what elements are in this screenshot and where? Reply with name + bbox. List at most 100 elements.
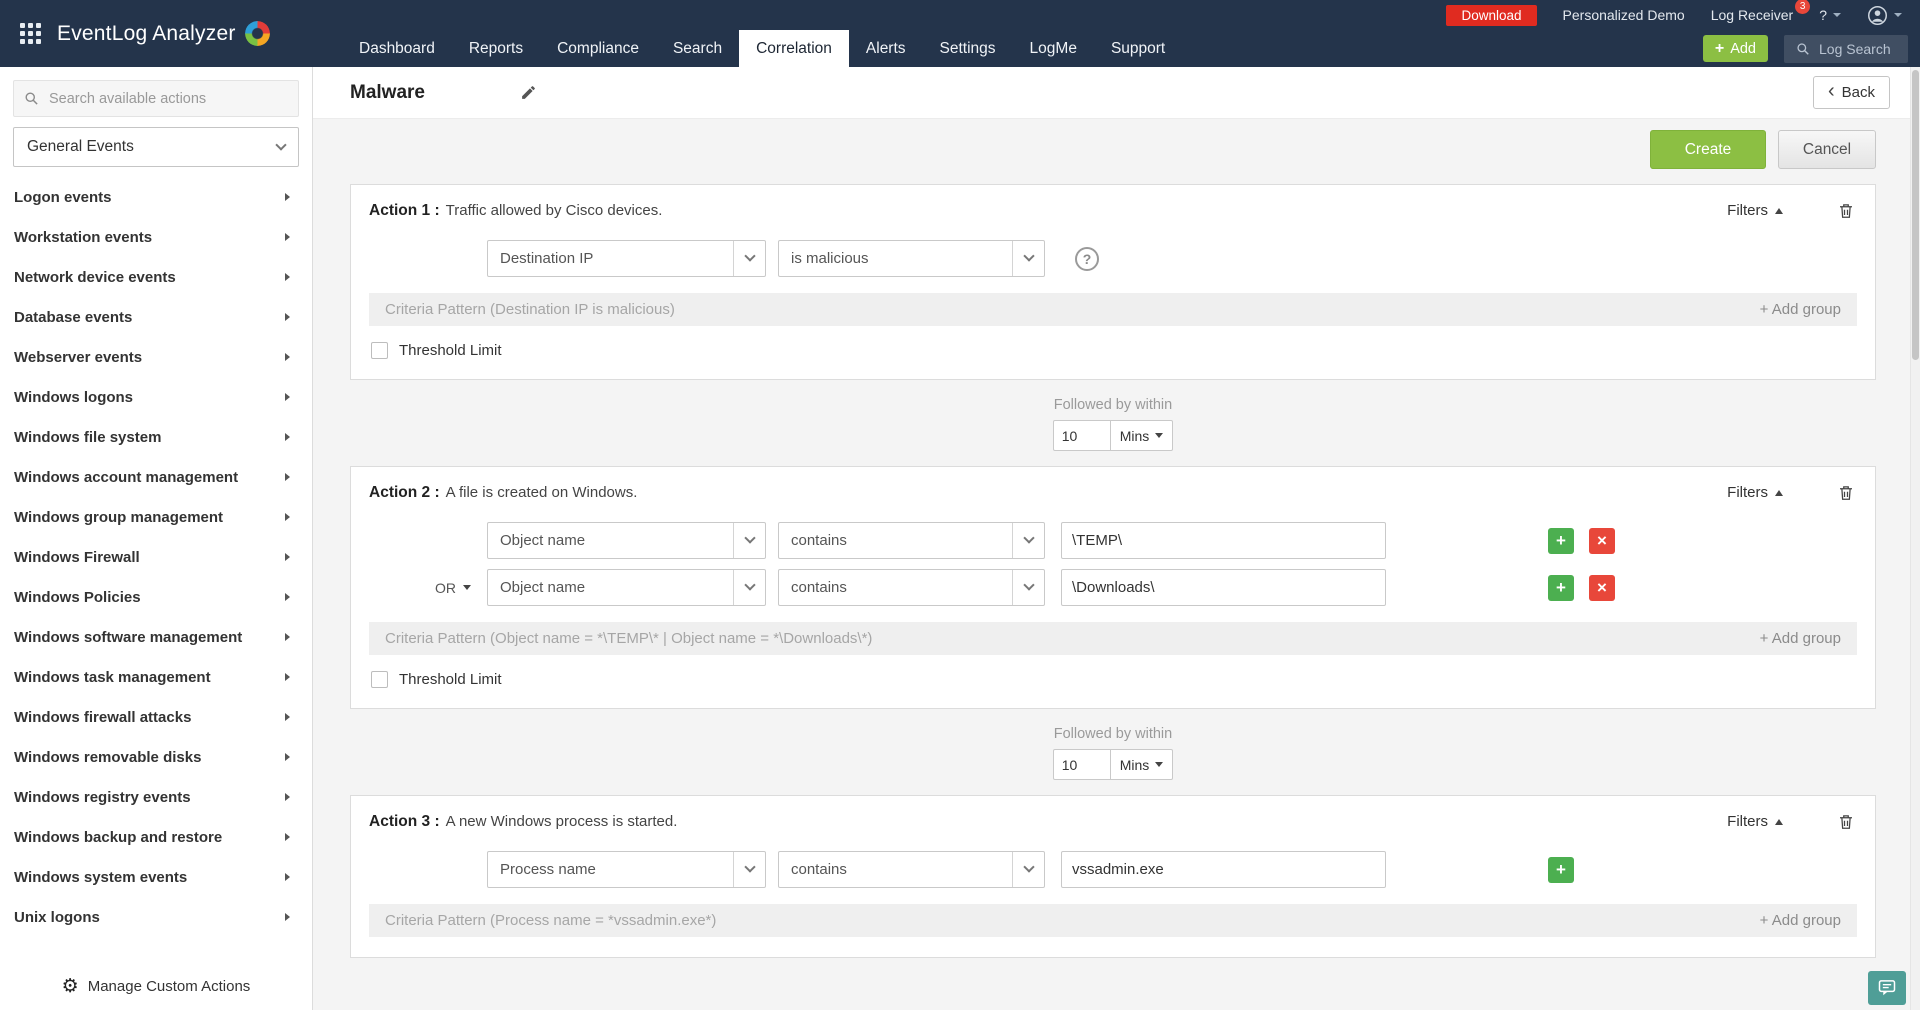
cancel-button[interactable]: Cancel — [1778, 130, 1876, 169]
add-group-link[interactable]: + Add group — [1760, 912, 1841, 929]
user-menu[interactable] — [1867, 5, 1902, 26]
edit-icon[interactable] — [520, 84, 537, 101]
operator-select[interactable]: contains — [778, 522, 1045, 559]
event-category-select[interactable]: General Events — [13, 127, 299, 167]
interval-unit-select[interactable]: Mins — [1110, 749, 1174, 780]
sidebar-item-windows-policies[interactable]: Windows Policies — [0, 577, 312, 617]
sidebar-item-windows-firewall[interactable]: Windows Firewall — [0, 537, 312, 577]
help-menu[interactable]: ? — [1819, 7, 1841, 23]
manage-custom-actions-button[interactable]: ⚙ Manage Custom Actions — [0, 977, 312, 996]
remove-row-icon[interactable]: × — [1589, 574, 1615, 601]
chevron-right-icon — [285, 393, 290, 401]
action-card-2: Action 2 : A file is created on Windows.… — [350, 466, 1876, 709]
topbar-right: Download Personalized Demo Log Receiver … — [342, 0, 1920, 67]
value-input[interactable] — [1061, 569, 1386, 606]
filters-toggle[interactable]: Filters — [1727, 484, 1783, 501]
chevron-up-icon — [1775, 207, 1783, 214]
search-icon — [25, 92, 38, 105]
criteria-pattern-text: Criteria Pattern (Process name = *vssadm… — [385, 912, 717, 929]
scrollbar-thumb[interactable] — [1912, 70, 1919, 360]
tab-alerts[interactable]: Alerts — [849, 30, 923, 67]
action-search-input[interactable] — [47, 89, 288, 108]
sidebar-item-windows-logons[interactable]: Windows logons — [0, 377, 312, 417]
sidebar-item-windows-registry-events[interactable]: Windows registry events — [0, 777, 312, 817]
add-row-icon[interactable]: + — [1548, 527, 1574, 554]
interval-input[interactable] — [1052, 420, 1111, 451]
sidebar-item-windows-software-management[interactable]: Windows software management — [0, 617, 312, 657]
log-receiver-link[interactable]: Log Receiver 3 — [1711, 0, 1811, 23]
tab-compliance[interactable]: Compliance — [540, 30, 656, 67]
sidebar-item-windows-account-management[interactable]: Windows account management — [0, 457, 312, 497]
sidebar-item-windows-file-system[interactable]: Windows file system — [0, 417, 312, 457]
operator-select[interactable]: contains — [778, 851, 1045, 888]
field-select[interactable]: Process name — [487, 851, 766, 888]
manage-custom-actions-label: Manage Custom Actions — [87, 978, 251, 995]
sidebar-item-webserver-events[interactable]: Webserver events — [0, 337, 312, 377]
sidebar-item-workstation-events[interactable]: Workstation events — [0, 217, 312, 257]
field-select[interactable]: Object name — [487, 569, 766, 606]
page-scrollbar[interactable] — [1910, 67, 1920, 1010]
trash-icon[interactable] — [1837, 483, 1855, 502]
trash-icon[interactable] — [1837, 812, 1855, 831]
back-button[interactable]: ‹ Back — [1812, 76, 1890, 109]
filters-toggle[interactable]: Filters — [1727, 202, 1783, 219]
chevron-right-icon — [285, 673, 290, 681]
tab-reports[interactable]: Reports — [452, 30, 540, 67]
filters-toggle[interactable]: Filters — [1727, 813, 1783, 830]
chevron-down-icon — [463, 585, 471, 590]
tab-settings[interactable]: Settings — [923, 30, 1013, 67]
sidebar-item-network-device-events[interactable]: Network device events — [0, 257, 312, 297]
nav-row: Dashboard Reports Compliance Search Corr… — [342, 30, 1920, 67]
feedback-chat-button[interactable] — [1868, 971, 1906, 1005]
add-row-icon[interactable]: + — [1548, 574, 1574, 601]
main-area: Malware ‹ Back Create Cancel Action 1 : … — [313, 67, 1920, 1010]
create-button[interactable]: Create — [1650, 130, 1766, 169]
chevron-down-icon — [733, 523, 765, 558]
sidebar-item-logon-events[interactable]: Logon events — [0, 177, 312, 217]
join-operator-select[interactable]: OR — [369, 580, 487, 596]
remove-row-icon[interactable]: × — [1589, 527, 1615, 554]
sidebar-item-windows-system-events[interactable]: Windows system events — [0, 857, 312, 897]
sidebar-item-windows-group-management[interactable]: Windows group management — [0, 497, 312, 537]
threshold-checkbox[interactable] — [371, 671, 388, 688]
chevron-right-icon — [285, 193, 290, 201]
add-group-link[interactable]: + Add group — [1760, 630, 1841, 647]
help-icon[interactable]: ? — [1075, 246, 1099, 271]
tab-support[interactable]: Support — [1094, 30, 1182, 67]
add-row-icon[interactable]: + — [1548, 856, 1574, 883]
apps-grid-icon[interactable] — [20, 23, 41, 44]
field-select[interactable]: Object name — [487, 522, 766, 559]
sidebar-item-unix-logons[interactable]: Unix logons — [0, 897, 312, 937]
tab-search[interactable]: Search — [656, 30, 739, 67]
operator-select[interactable]: is malicious — [778, 240, 1045, 277]
sidebar-item-windows-removable-disks[interactable]: Windows removable disks — [0, 737, 312, 777]
tab-dashboard[interactable]: Dashboard — [342, 30, 452, 67]
interval-unit-select[interactable]: Mins — [1110, 420, 1174, 451]
download-button[interactable]: Download — [1446, 4, 1537, 26]
sidebar-item-windows-task-management[interactable]: Windows task management — [0, 657, 312, 697]
tab-correlation[interactable]: Correlation — [739, 30, 849, 67]
criteria-pattern-text: Criteria Pattern (Object name = *\TEMP\*… — [385, 630, 873, 647]
chevron-down-icon — [1012, 523, 1044, 558]
field-select[interactable]: Destination IP — [487, 240, 766, 277]
add-button[interactable]: + Add — [1702, 35, 1768, 62]
threshold-label: Threshold Limit — [399, 342, 502, 359]
threshold-checkbox[interactable] — [371, 342, 388, 359]
action-card-1: Action 1 : Traffic allowed by Cisco devi… — [350, 184, 1876, 380]
operator-select[interactable]: contains — [778, 569, 1045, 606]
criteria-pattern-text: Criteria Pattern (Destination IP is mali… — [385, 301, 675, 318]
tab-logme[interactable]: LogMe — [1013, 30, 1094, 67]
trash-icon[interactable] — [1837, 201, 1855, 220]
log-search[interactable]: Log Search — [1784, 34, 1908, 63]
value-input[interactable] — [1061, 851, 1386, 888]
interval-input[interactable] — [1052, 749, 1111, 780]
chevron-right-icon — [285, 513, 290, 521]
personalized-demo-link[interactable]: Personalized Demo — [1563, 7, 1685, 23]
sidebar-item-database-events[interactable]: Database events — [0, 297, 312, 337]
action-search[interactable] — [13, 80, 299, 117]
add-group-link[interactable]: + Add group — [1760, 301, 1841, 318]
sidebar-item-windows-backup-and-restore[interactable]: Windows backup and restore — [0, 817, 312, 857]
chevron-down-icon — [733, 852, 765, 887]
sidebar-item-windows-firewall-attacks[interactable]: Windows firewall attacks — [0, 697, 312, 737]
value-input[interactable] — [1061, 522, 1386, 559]
